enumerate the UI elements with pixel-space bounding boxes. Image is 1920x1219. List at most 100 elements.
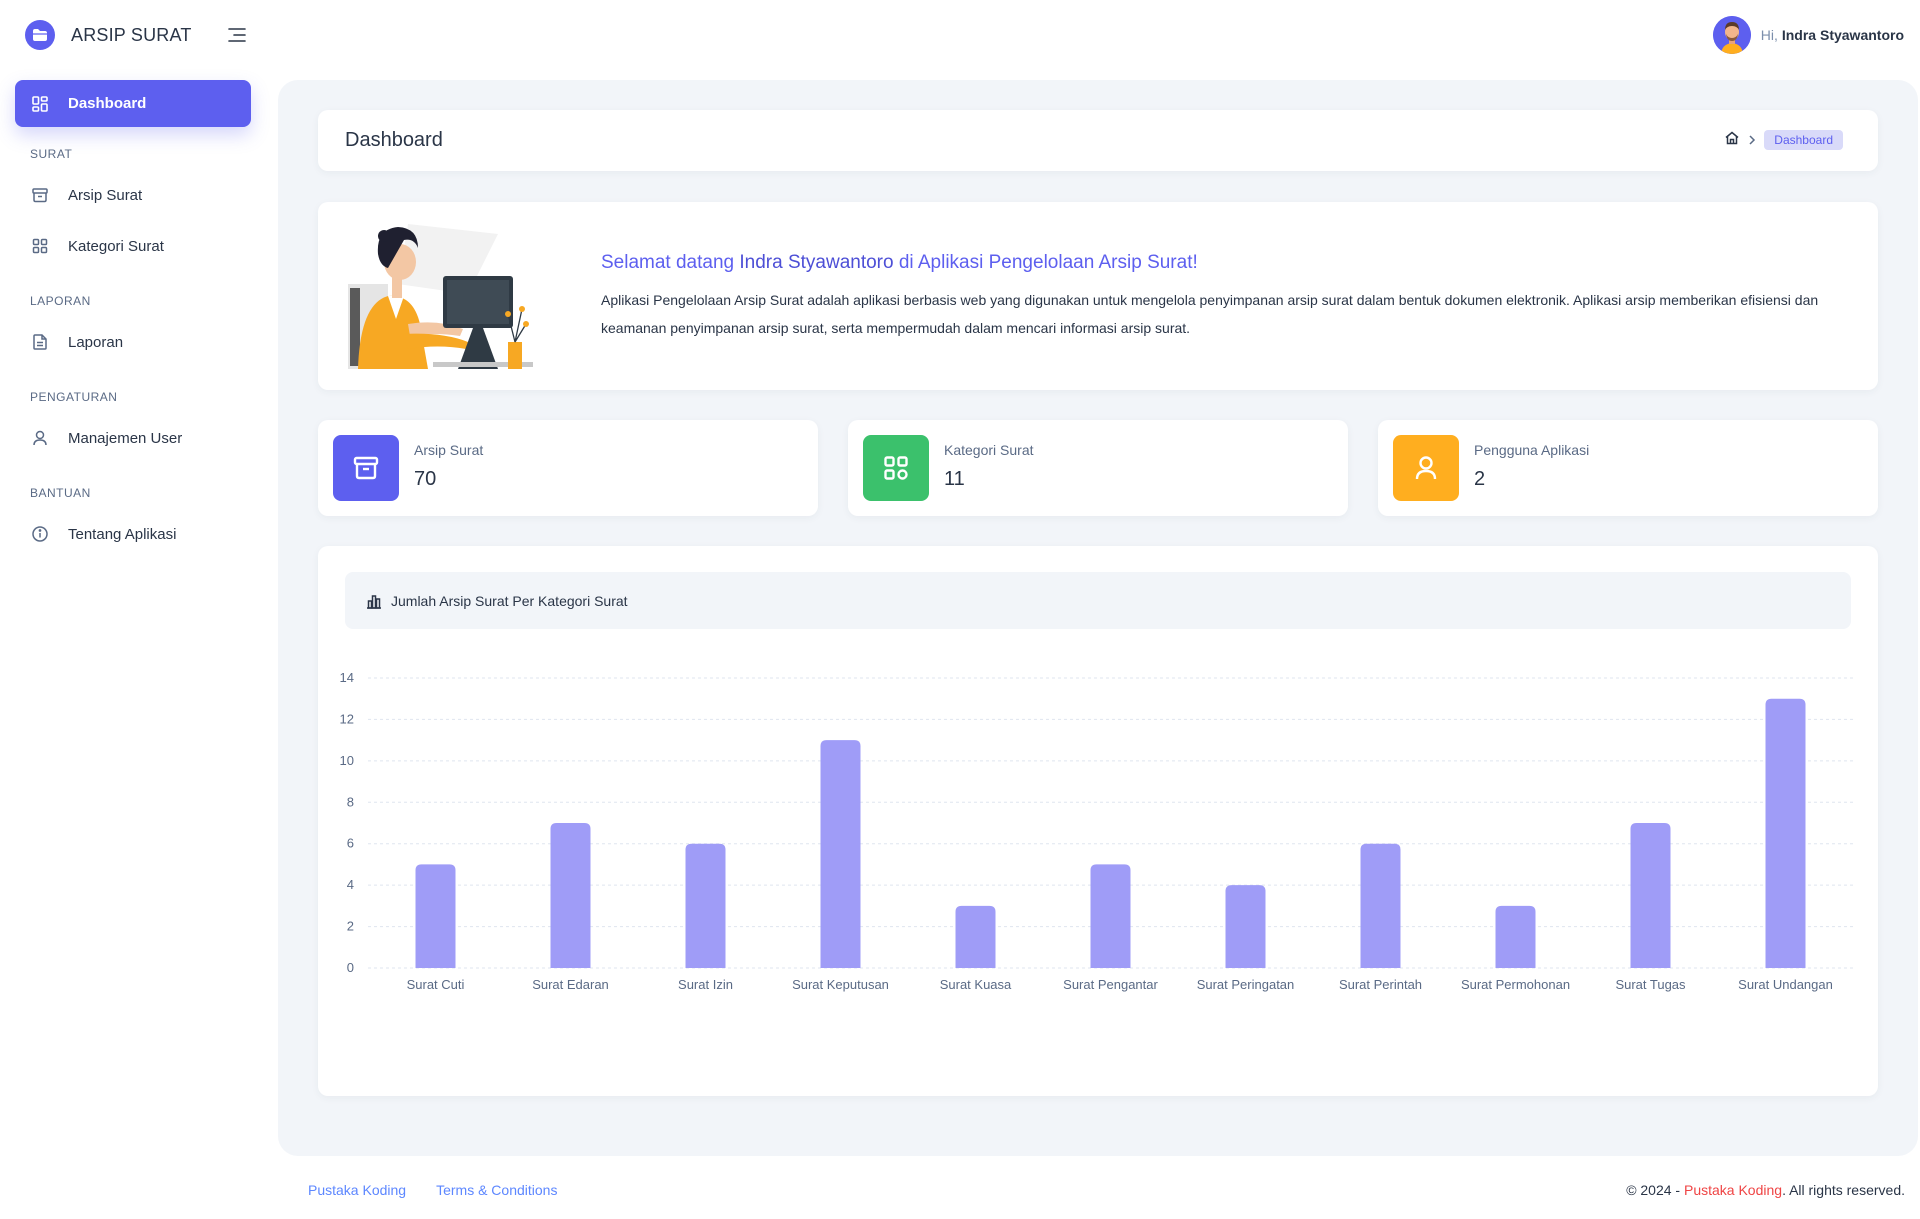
- sidebar-section-surat: SURAT: [30, 147, 73, 161]
- stat-card-arsip-surat[interactable]: Arsip Surat 70: [318, 420, 818, 516]
- sidebar-item-label: Dashboard: [68, 95, 147, 112]
- page-header: Dashboard Dashboard: [318, 110, 1878, 171]
- sidebar-item-label: Arsip Surat: [68, 186, 143, 204]
- sidebar-item-label: Kategori Surat: [68, 237, 164, 255]
- sidebar-item-manajemen-user[interactable]: Manajemen User: [15, 413, 251, 463]
- sidebar-section-pengaturan: PENGATURAN: [30, 390, 118, 404]
- chart-bar: [550, 823, 591, 968]
- sidebar-item-laporan[interactable]: Laporan: [15, 317, 251, 367]
- y-tick-label: 14: [340, 670, 354, 685]
- copyright-brand-link[interactable]: Pustaka Koding: [1684, 1182, 1782, 1198]
- chevron-right-icon: [1748, 132, 1756, 148]
- folder-icon: [25, 20, 55, 50]
- chart-bar: [685, 843, 726, 968]
- home-icon[interactable]: [1724, 130, 1740, 151]
- x-tick-label: Surat Pengantar: [1063, 977, 1158, 992]
- sidebar-item-arsip-surat[interactable]: Arsip Surat: [15, 170, 251, 220]
- welcome-title: Selamat datang Indra Styawantoro di Apli…: [601, 252, 1851, 274]
- category-icon: [863, 435, 929, 501]
- brand[interactable]: ARSIP SURAT: [25, 20, 192, 50]
- y-tick-label: 6: [347, 836, 354, 851]
- stat-value: 2: [1474, 468, 1486, 490]
- sidebar-item-label: Tentang Aplikasi: [68, 525, 177, 543]
- stat-label: Kategori Surat: [944, 442, 1034, 458]
- copyright-prefix: © 2024 -: [1626, 1182, 1684, 1198]
- stat-label: Arsip Surat: [414, 442, 484, 458]
- x-tick-label: Surat Perintah: [1339, 977, 1422, 992]
- archive-icon: [30, 185, 50, 205]
- y-tick-label: 2: [347, 919, 354, 934]
- y-tick-label: 4: [347, 877, 354, 892]
- user-greeting: Hi,: [1760, 27, 1778, 43]
- user-icon: [30, 428, 50, 448]
- welcome-text: Selamat datang Indra Styawantoro di Apli…: [601, 252, 1851, 342]
- user-icon: [1393, 435, 1459, 501]
- chart-header: Jumlah Arsip Surat Per Kategori Surat: [345, 572, 1851, 629]
- y-tick-label: 12: [340, 711, 354, 726]
- stat-label: Pengguna Aplikasi: [1474, 442, 1590, 458]
- stat-value: 70: [414, 468, 437, 490]
- footer-link-terms[interactable]: Terms & Conditions: [436, 1182, 557, 1198]
- welcome-title-suffix: di Aplikasi Pengelolaan Arsip Surat!: [893, 252, 1198, 273]
- bar-chart: 0 2 4 6 8 10 12 14 Surat Cuti Surat Edaran Surat I…: [340, 670, 1853, 992]
- sidebar-item-kategori-surat[interactable]: Kategori Surat: [15, 221, 251, 271]
- chart-bar: [1225, 885, 1266, 968]
- sidebar: ARSIP SURAT Dashboard SURAT Arsip Surat …: [0, 0, 270, 1219]
- main-content: Dashboard Dashboard Selamat datang Indra…: [278, 80, 1918, 1156]
- copyright: © 2024 - Pustaka Koding. All rights rese…: [1626, 1182, 1905, 1198]
- chart-bar: [1630, 823, 1671, 968]
- archive-icon: [333, 435, 399, 501]
- stat-value: 11: [944, 468, 965, 490]
- sidebar-item-label: Laporan: [68, 333, 124, 351]
- x-tick-label: Surat Edaran: [532, 977, 609, 992]
- sidebar-section-bantuan: BANTUAN: [30, 486, 91, 500]
- welcome-title-prefix: Selamat datang: [601, 252, 740, 273]
- welcome-illustration: [348, 224, 573, 369]
- stat-card-kategori-surat[interactable]: Kategori Surat 11: [848, 420, 1348, 516]
- dashboard-icon: [30, 94, 50, 114]
- welcome-user-name: Indra Styawantoro: [739, 252, 894, 273]
- chart-bar: [820, 740, 861, 968]
- x-tick-label: Surat Kuasa: [940, 977, 1012, 992]
- x-tick-label: Surat Tugas: [1615, 977, 1686, 992]
- chart-bar: [415, 864, 456, 968]
- user-menu[interactable]: Hi, Indra Styawantoro: [1712, 15, 1904, 55]
- page-title: Dashboard: [345, 129, 443, 151]
- sidebar-menu: Dashboard SURAT Arsip Surat Kategori Sur…: [15, 80, 251, 560]
- chart-title: Jumlah Arsip Surat Per Kategori Surat: [391, 592, 628, 609]
- x-tick-label: Surat Peringatan: [1197, 977, 1295, 992]
- welcome-description: Aplikasi Pengelolaan Arsip Surat adalah …: [601, 292, 1819, 336]
- x-tick-label: Surat Undangan: [1738, 977, 1833, 992]
- app-title: ARSIP SURAT: [71, 24, 192, 45]
- category-icon: [30, 236, 50, 256]
- sidebar-section-laporan: LAPORAN: [30, 294, 91, 308]
- y-tick-label: 0: [347, 960, 354, 975]
- menu-toggle-icon[interactable]: [225, 24, 249, 46]
- sidebar-item-tentang-aplikasi[interactable]: Tentang Aplikasi: [15, 509, 251, 559]
- chart-bar: [955, 905, 996, 968]
- sidebar-item-dashboard[interactable]: Dashboard: [15, 80, 251, 127]
- chart-bar: [1360, 843, 1401, 968]
- breadcrumb: Dashboard: [1724, 129, 1843, 151]
- breadcrumb-active: Dashboard: [1764, 130, 1843, 150]
- footer-links: Pustaka Koding Terms & Conditions: [308, 1182, 587, 1198]
- welcome-card: Selamat datang Indra Styawantoro di Apli…: [318, 202, 1878, 390]
- x-tick-label: Surat Keputusan: [792, 977, 889, 992]
- stat-card-pengguna-aplikasi[interactable]: Pengguna Aplikasi 2: [1378, 420, 1878, 516]
- x-tick-label: Surat Permohonan: [1461, 977, 1570, 992]
- chart-bar: [1765, 698, 1806, 968]
- x-tick-label: Surat Cuti: [407, 977, 465, 992]
- y-tick-label: 8: [347, 794, 354, 809]
- x-tick-label: Surat Izin: [678, 977, 733, 992]
- chart-bar: [1495, 905, 1536, 968]
- file-report-icon: [30, 332, 50, 352]
- sidebar-item-label: Manajemen User: [68, 429, 183, 447]
- avatar: [1712, 16, 1751, 54]
- bar-chart-icon: [365, 592, 383, 610]
- copyright-suffix: . All rights reserved.: [1782, 1182, 1905, 1198]
- info-icon: [30, 524, 50, 544]
- footer-link-pustaka-koding[interactable]: Pustaka Koding: [308, 1182, 406, 1198]
- y-tick-label: 10: [340, 753, 354, 768]
- chart-card: Jumlah Arsip Surat Per Kategori Surat 0 2…: [318, 546, 1878, 1096]
- user-name: Indra Styawantoro: [1781, 27, 1904, 43]
